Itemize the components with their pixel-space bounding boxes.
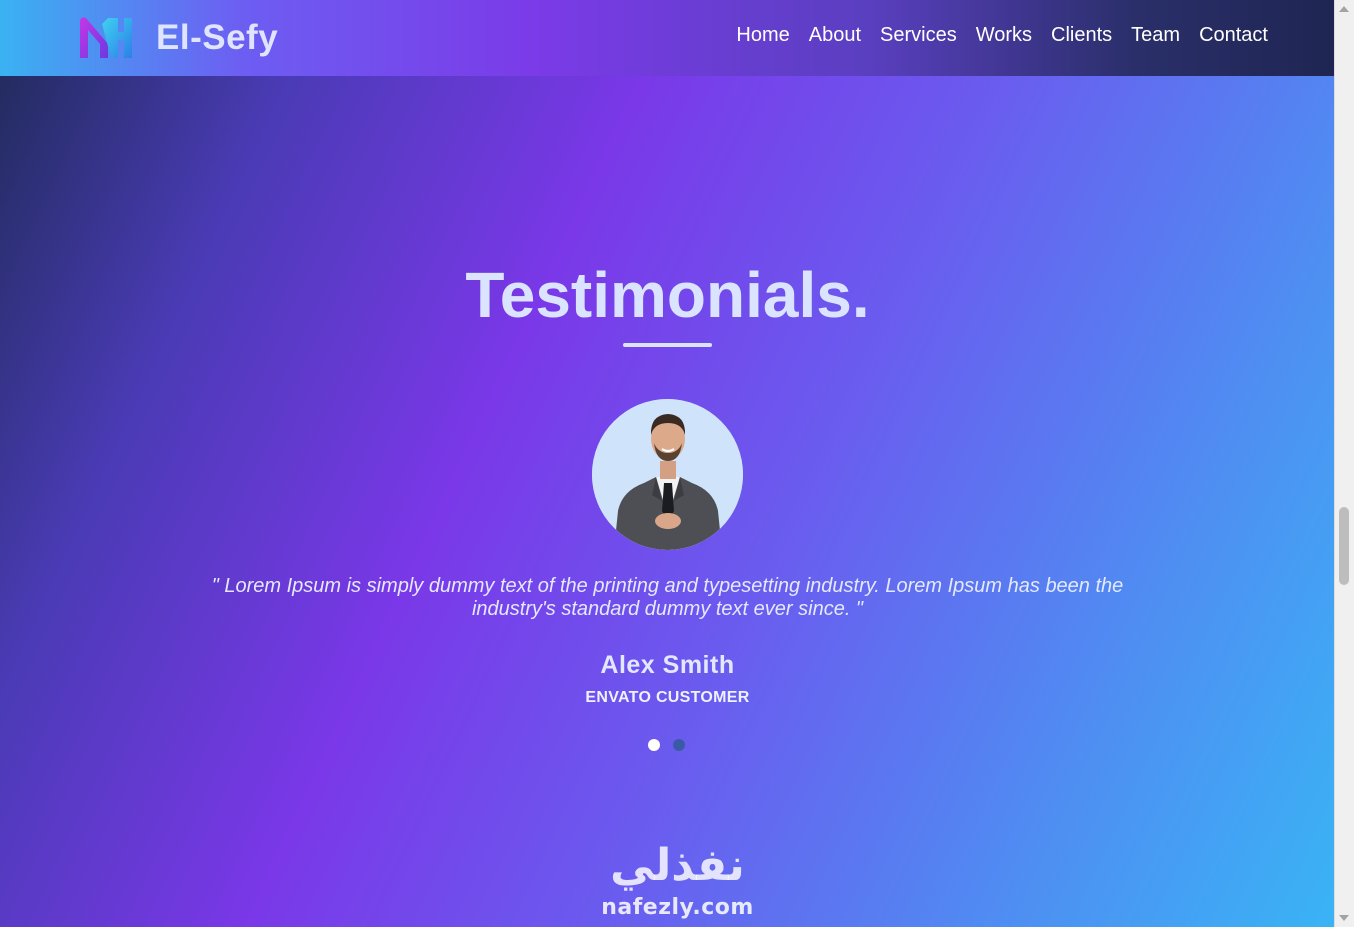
nav-item-team[interactable]: Team <box>1131 24 1180 46</box>
carousel-dot-2[interactable] <box>673 739 685 751</box>
carousel-dot-1[interactable] <box>648 739 660 751</box>
nafezly-watermark: نفذلي nafezly.com <box>590 840 765 927</box>
watermark-arabic-text: نفذلي <box>610 840 745 891</box>
nav-item-home[interactable]: Home <box>736 24 789 46</box>
page: El-Sefy Home About Services Works Client… <box>0 0 1354 927</box>
nav-item-clients[interactable]: Clients <box>1051 24 1112 46</box>
carousel-dots <box>648 739 685 751</box>
person-portrait-icon <box>592 399 743 550</box>
section-title: Testimonials. <box>465 259 870 331</box>
scrollbar-thumb[interactable] <box>1339 507 1349 585</box>
testimonial-quote: " Lorem Ipsum is simply dummy text of th… <box>211 575 1124 620</box>
brand-link[interactable]: El-Sefy <box>78 14 278 62</box>
brand-name: El-Sefy <box>156 18 279 57</box>
main-nav: Home About Services Works Clients Team C… <box>736 24 1268 47</box>
vertical-scrollbar[interactable] <box>1334 0 1354 927</box>
testimonial-name: Alex Smith <box>600 651 735 679</box>
scroll-up-arrow-icon[interactable] <box>1339 6 1349 12</box>
scroll-down-arrow-icon[interactable] <box>1339 915 1349 921</box>
el-sefy-logo-icon <box>80 17 132 58</box>
testimonial-role: ENVATO CUSTOMER <box>585 689 750 706</box>
nav-item-about[interactable]: About <box>809 24 861 46</box>
testimonials-section: El-Sefy Home About Services Works Client… <box>0 0 1335 927</box>
nav-item-works[interactable]: Works <box>976 24 1032 46</box>
nav-item-contact[interactable]: Contact <box>1199 24 1268 46</box>
testimonial-avatar <box>592 399 743 550</box>
nav-item-services[interactable]: Services <box>880 24 957 46</box>
navbar: El-Sefy Home About Services Works Client… <box>0 0 1335 76</box>
watermark-latin-text: nafezly.com <box>601 895 754 920</box>
title-underline <box>623 343 712 347</box>
